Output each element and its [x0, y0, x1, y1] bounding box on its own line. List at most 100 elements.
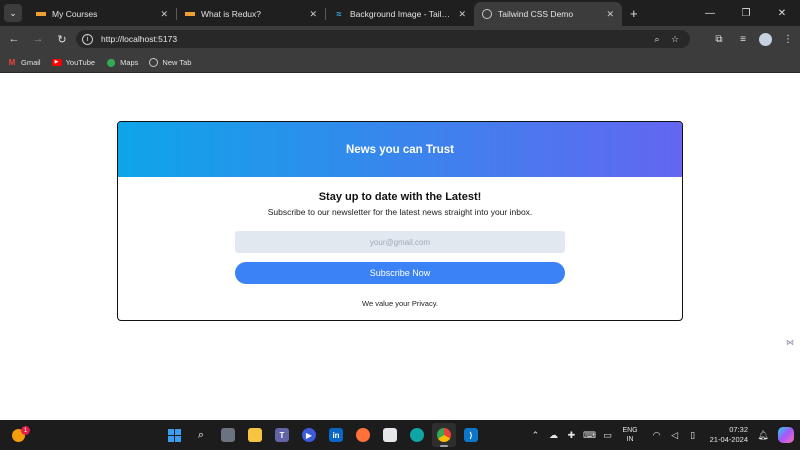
new-tab-icon[interactable]: + [630, 6, 638, 21]
tab-title: Tailwind CSS Demo [498, 9, 574, 19]
newsletter-card: News you can Trust Stay up to date with … [117, 121, 683, 321]
chevron-up-icon[interactable]: ⌃ [526, 430, 544, 441]
browser-toolbar: ← → ↻ i http://localhost:5173 ⌕ ☆ ⧉ ≡ ⋮ [0, 26, 800, 52]
keyboard-icon[interactable]: ⌨ [580, 430, 598, 441]
toolbar-actions: ⧉ ≡ ⋮ [707, 26, 800, 52]
windows-taskbar: 1 ⌕ T ▶ in ⟩ ⌃ ☁ ✚ ⌨ ▭ ENG IN ◠ ◁ ▯ 07:3… [0, 420, 800, 450]
reload-icon[interactable]: ↻ [50, 27, 74, 51]
bookmark-maps[interactable]: ⬤ Maps [106, 57, 139, 67]
bookmarks-bar: M Gmail ▶ YouTube ⬤ Maps New Tab [0, 52, 800, 73]
teams-button[interactable]: T [270, 423, 294, 447]
search-button[interactable]: ⌕ [189, 423, 213, 447]
edge-button[interactable] [405, 423, 429, 447]
clock-time: 07:32 [729, 425, 748, 434]
file-explorer-button[interactable] [243, 423, 267, 447]
weather-widget[interactable]: 1 [10, 426, 30, 444]
system-tray: ⌃ ☁ ✚ ⌨ ▭ ENG IN ◠ ◁ ▯ 07:32 21-04-2024 … [526, 420, 800, 450]
bookmark-star-icon[interactable]: ☆ [666, 31, 684, 47]
bookmark-label: New Tab [162, 57, 192, 67]
task-view-button[interactable] [216, 423, 240, 447]
chevron-down-icon: ⌄ [9, 7, 17, 18]
zoom-icon[interactable]: ⌕ [648, 31, 666, 47]
globe-icon [149, 57, 159, 67]
tab-title: Background Image - Tailwind CSS [350, 9, 455, 19]
tab-tailwind-demo[interactable]: Tailwind CSS Demo ✕ [474, 2, 622, 26]
microsoft-store-icon [383, 428, 397, 442]
microsoft-store-button[interactable] [378, 423, 402, 447]
tab-my-courses[interactable]: My Courses ✕ [28, 2, 176, 26]
linkedin-icon: in [329, 428, 343, 442]
restore-icon[interactable]: ❐ [728, 0, 764, 26]
email-input[interactable] [235, 231, 565, 253]
omnibox-actions: ⌕ ☆ [648, 31, 684, 47]
site-info-icon[interactable]: i [82, 33, 93, 45]
tab-strip: ⌄ My Courses ✕ What is Redux? ✕ ≈ Backgr… [0, 0, 800, 26]
volume-icon[interactable]: ◁ [666, 430, 684, 441]
globe-icon [482, 9, 492, 19]
media-player-button[interactable]: ▶ [297, 423, 321, 447]
wifi-icon[interactable]: ◠ [648, 430, 666, 441]
side-panel-handle-icon[interactable]: ⋈ [784, 336, 796, 348]
vscode-icon: ⟩ [464, 428, 478, 442]
newsletter-heading: Stay up to date with the Latest! [318, 191, 482, 203]
bookmark-label: Gmail [21, 57, 41, 67]
onedrive-icon[interactable]: ☁ [544, 430, 562, 441]
linkedin-button[interactable]: in [324, 423, 348, 447]
back-icon[interactable]: ← [2, 27, 26, 51]
bookmark-gmail[interactable]: M Gmail [7, 57, 41, 67]
window-controls: — ❐ ✕ [692, 0, 800, 26]
gmail-icon: M [8, 57, 16, 67]
task-view-icon [221, 428, 235, 442]
bookmark-label: Maps [120, 57, 139, 67]
language-code: ENG [622, 427, 638, 434]
minimize-icon[interactable]: — [692, 0, 728, 26]
notification-badge: 1 [21, 426, 30, 435]
stacked-lines-icon [36, 9, 46, 19]
subscribe-button[interactable]: Subscribe Now [235, 262, 565, 284]
display-icon[interactable]: ▭ [598, 430, 616, 441]
firefox-button[interactable] [351, 423, 375, 447]
close-icon[interactable]: ✕ [458, 9, 466, 20]
chrome-icon [437, 428, 451, 442]
start-button[interactable] [162, 423, 186, 447]
media-controls-icon[interactable]: ≡ [731, 27, 755, 51]
page-viewport: News you can Trust Stay up to date with … [0, 74, 800, 420]
address-bar[interactable]: i http://localhost:5173 ⌕ ☆ [76, 30, 690, 48]
tab-title: What is Redux? [201, 9, 261, 19]
chrome-button[interactable] [432, 423, 456, 447]
start-icon [167, 428, 181, 442]
bookmark-label: YouTube [65, 57, 96, 67]
privacy-note: We value your Privacy. [362, 299, 438, 308]
card-body: Stay up to date with the Latest! Subscri… [118, 191, 682, 308]
language-indicator[interactable]: ENG IN [622, 426, 637, 444]
youtube-icon: ▶ [51, 58, 62, 66]
notifications-bell-icon[interactable]: 🔔︎ [754, 430, 772, 441]
close-window-icon[interactable]: ✕ [764, 0, 800, 26]
forward-icon[interactable]: → [26, 27, 50, 51]
bookmark-youtube[interactable]: ▶ YouTube [51, 57, 96, 67]
tab-background-image[interactable]: ≈ Background Image - Tailwind CSS ✕ [326, 2, 474, 26]
vscode-button[interactable]: ⟩ [459, 423, 483, 447]
close-icon[interactable]: ✕ [160, 9, 168, 20]
bookmark-new-tab[interactable]: New Tab [149, 57, 192, 67]
battery-icon[interactable]: ▯ [684, 430, 702, 441]
tailwind-icon: ≈ [336, 9, 342, 19]
tab-what-is-redux[interactable]: What is Redux? ✕ [177, 2, 325, 26]
region-code: IN [626, 436, 634, 443]
search-icon: ⌕ [197, 428, 205, 441]
edge-icon [410, 428, 424, 442]
file-explorer-icon [248, 428, 262, 442]
close-icon[interactable]: ✕ [606, 9, 614, 20]
app-tray-icon[interactable]: ✚ [562, 430, 580, 441]
taskbar-apps: ⌕ T ▶ in ⟩ [162, 423, 486, 447]
tab-search-button[interactable]: ⌄ [4, 4, 22, 22]
profile-avatar-icon[interactable] [759, 32, 772, 46]
newsletter-subheading: Subscribe to our newsletter for the late… [267, 207, 533, 217]
clock[interactable]: 07:32 21-04-2024 [710, 425, 748, 445]
firefox-icon [356, 428, 370, 442]
close-icon[interactable]: ✕ [309, 9, 317, 20]
copilot-icon[interactable] [778, 427, 794, 443]
extensions-icon[interactable]: ⧉ [707, 27, 731, 51]
card-header: News you can Trust [118, 122, 682, 177]
menu-icon[interactable]: ⋮ [776, 27, 800, 51]
